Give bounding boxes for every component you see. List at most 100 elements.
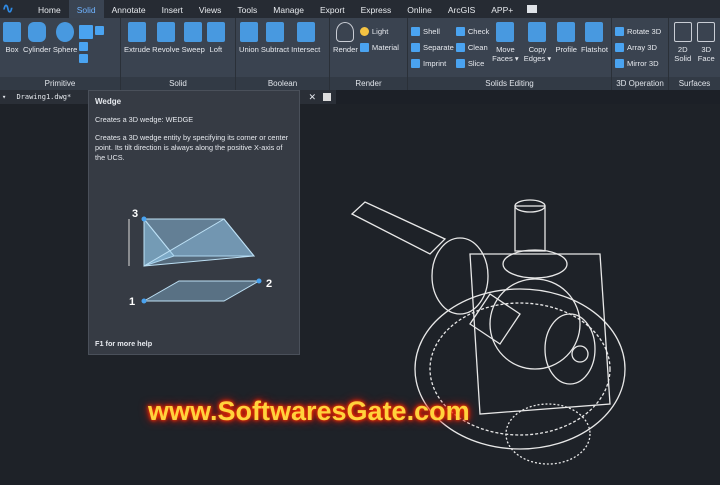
label: Union — [239, 45, 259, 54]
group-label: 3D Operation — [612, 77, 668, 90]
tooltip-help: F1 for more help — [95, 339, 153, 348]
wedge-button[interactable] — [79, 25, 94, 39]
tab-tools[interactable]: Tools — [229, 0, 265, 18]
tab-export[interactable]: Export — [312, 0, 353, 18]
group-label: Solids Editing — [408, 77, 611, 90]
mirror-3d-button[interactable]: Mirror 3D — [615, 57, 661, 70]
box-button[interactable]: Box — [3, 22, 21, 63]
imprint-button[interactable]: Imprint — [411, 57, 454, 70]
intersect-button[interactable]: Intersect — [291, 22, 320, 54]
shell-button[interactable]: Shell — [411, 25, 454, 38]
tab-online[interactable]: Online — [399, 0, 440, 18]
rotate-3d-button[interactable]: Rotate 3D — [615, 25, 661, 38]
loft-button[interactable]: Loft — [206, 22, 225, 54]
cylinder-button[interactable]: Cylinder — [23, 22, 51, 63]
label: Clean — [467, 43, 488, 52]
group-solid: Extrude Revolve Sweep Loft Solid — [121, 18, 236, 90]
2d-solid-icon — [673, 22, 692, 42]
loft-icon — [206, 22, 225, 42]
check-button[interactable]: Check — [455, 25, 489, 38]
slice-button[interactable]: Slice — [455, 57, 490, 70]
bulb-icon — [359, 27, 369, 36]
tab-manage[interactable]: Manage — [265, 0, 312, 18]
render-button[interactable]: Render — [333, 22, 358, 54]
wedge-diagram: 1 2 3 — [128, 208, 272, 308]
ribbon-tabs: ∿ Home Solid Annotate Insert Views Tools Manag… — [0, 0, 720, 18]
slice-icon — [455, 59, 465, 68]
torus-button[interactable] — [79, 54, 89, 63]
3d-face-button[interactable]: 3D Face — [696, 22, 718, 63]
label: Array 3D — [627, 43, 657, 52]
extrude-icon — [128, 22, 147, 42]
sphere-button[interactable]: Sphere — [53, 22, 77, 63]
clean-icon — [455, 43, 465, 52]
union-button[interactable]: Union — [239, 22, 259, 54]
point-label-1: 1 — [129, 296, 135, 308]
group-label: Surfaces — [669, 77, 720, 90]
material-button[interactable]: Material — [359, 41, 399, 54]
label: Separate — [423, 43, 454, 52]
label: 2D Solid — [674, 45, 692, 63]
tab-home[interactable]: Home — [30, 0, 69, 18]
label: Loft — [209, 45, 223, 54]
group-primitive: Box Cylinder Sphere Primitive — [0, 18, 121, 90]
label: Intersect — [291, 45, 321, 54]
light-button[interactable]: Light — [359, 25, 399, 38]
intersect-icon — [296, 22, 315, 42]
new-tab-icon[interactable] — [323, 93, 331, 101]
cone-button[interactable] — [79, 42, 89, 51]
tab-express[interactable]: Express — [353, 0, 400, 18]
copy-edges-icon — [528, 22, 547, 42]
collapse-ribbon-button[interactable] — [527, 5, 538, 13]
tab-solid[interactable]: Solid — [68, 0, 104, 18]
tab-annotate[interactable]: Annotate — [104, 0, 154, 18]
tooltip-description: Creates a 3D wedge entity by specifying … — [95, 133, 289, 162]
group-label: Boolean — [236, 77, 329, 90]
label: Subtract — [260, 45, 290, 54]
label: Revolve — [152, 45, 180, 54]
group-label: Render — [330, 77, 407, 90]
document-tab[interactable]: Drawing1.dwg* — [16, 93, 71, 101]
revolve-button[interactable]: Revolve — [152, 22, 180, 54]
array-3d-icon — [615, 43, 624, 52]
profile-button[interactable]: Profile — [555, 22, 577, 70]
extrude-button[interactable]: Extrude — [124, 22, 150, 54]
check-icon — [455, 27, 465, 36]
2d-solid-button[interactable]: 2D Solid — [672, 22, 694, 63]
array-3d-button[interactable]: Array 3D — [615, 41, 661, 54]
subtract-button[interactable]: Subtract — [261, 22, 289, 54]
close-icon[interactable]: ✕ — [309, 90, 316, 104]
label: 3D Face — [697, 45, 715, 63]
group-label: Solid — [121, 77, 235, 90]
sweep-button[interactable]: Sweep — [182, 22, 205, 54]
point-label-2: 2 — [266, 278, 272, 290]
teapot-icon — [336, 22, 355, 42]
flatshot-icon — [585, 22, 604, 42]
tab-insert[interactable]: Insert — [154, 0, 191, 18]
flatshot-button[interactable]: Flatshot — [581, 22, 608, 70]
label: Copy Edges ▾ — [523, 45, 552, 63]
group-solids-editing: Shell Separate Imprint Check Clean Slice Mov… — [408, 18, 612, 90]
helix-button[interactable] — [95, 26, 105, 35]
rotate-3d-icon — [615, 27, 624, 36]
sweep-icon — [184, 22, 203, 42]
label: Sweep — [181, 45, 205, 54]
label: Shell — [423, 27, 440, 36]
tab-views[interactable]: Views — [191, 0, 230, 18]
label: Extrude — [124, 45, 151, 54]
tab-app[interactable]: APP+ — [483, 0, 521, 18]
subtract-icon — [265, 22, 284, 42]
copy-edges-button[interactable]: Copy Edges ▾ — [523, 22, 551, 70]
ribbon: Box Cylinder Sphere Primitive Extrude Rev… — [0, 18, 720, 90]
separate-button[interactable]: Separate — [411, 41, 454, 54]
tab-menu-icon[interactable]: ▾ — [2, 93, 6, 101]
label: Profile — [555, 45, 577, 54]
move-faces-button[interactable]: Move Faces ▾ — [491, 22, 519, 70]
sphere-icon — [56, 22, 75, 42]
label: Flatshot — [580, 45, 608, 54]
clean-button[interactable]: Clean — [455, 41, 490, 54]
separate-icon — [411, 43, 420, 52]
label: Light — [371, 27, 389, 36]
label: Rotate 3D — [627, 27, 662, 36]
tab-arcgis[interactable]: ArcGIS — [440, 0, 483, 18]
